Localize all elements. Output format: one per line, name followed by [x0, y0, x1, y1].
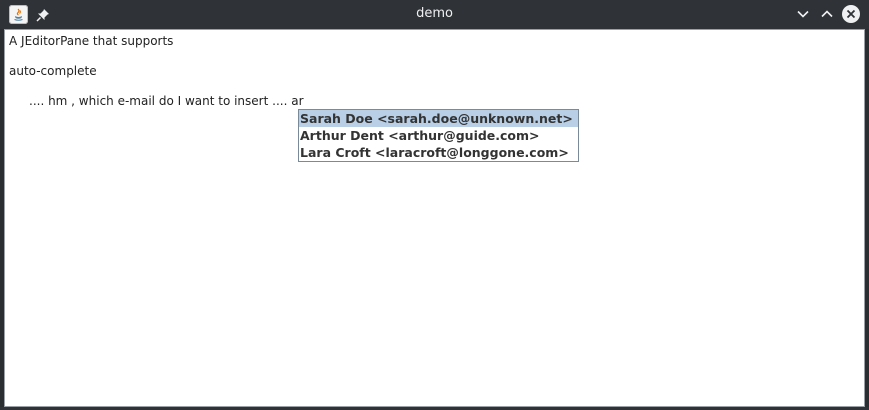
- close-icon: [846, 9, 856, 19]
- chevron-down-icon: [797, 10, 809, 18]
- maximize-button[interactable]: [819, 6, 835, 22]
- editor-pane[interactable]: A JEditorPane that supports auto-complet…: [4, 29, 865, 407]
- autocomplete-item[interactable]: Arthur Dent <arthur@guide.com>: [299, 127, 578, 144]
- editor-line-3-text: .... hm , which e-mail do I want to inse…: [29, 94, 288, 108]
- chevron-up-icon: [821, 10, 833, 18]
- editor-line-1: A JEditorPane that supports: [9, 34, 174, 48]
- window-title: demo: [416, 6, 453, 21]
- editor-text-area[interactable]: A JEditorPane that supports auto-complet…: [5, 30, 864, 406]
- editor-line-2: auto-complete: [9, 64, 97, 78]
- typed-text: ar: [291, 94, 304, 108]
- autocomplete-item[interactable]: Sarah Doe <sarah.doe@unknown.net>: [299, 110, 578, 127]
- autocomplete-popup[interactable]: Sarah Doe <sarah.doe@unknown.net> Arthur…: [298, 109, 579, 162]
- autocomplete-item[interactable]: Lara Croft <laracroft@longgone.com>: [299, 144, 578, 161]
- title-bar[interactable]: demo: [0, 0, 869, 29]
- minimize-button[interactable]: [795, 6, 811, 22]
- editor-line-3: .... hm , which e-mail do I want to inse…: [9, 94, 304, 108]
- close-button[interactable]: [842, 5, 860, 23]
- app-window: demo A JEditorPane that supports auto-co…: [0, 0, 869, 410]
